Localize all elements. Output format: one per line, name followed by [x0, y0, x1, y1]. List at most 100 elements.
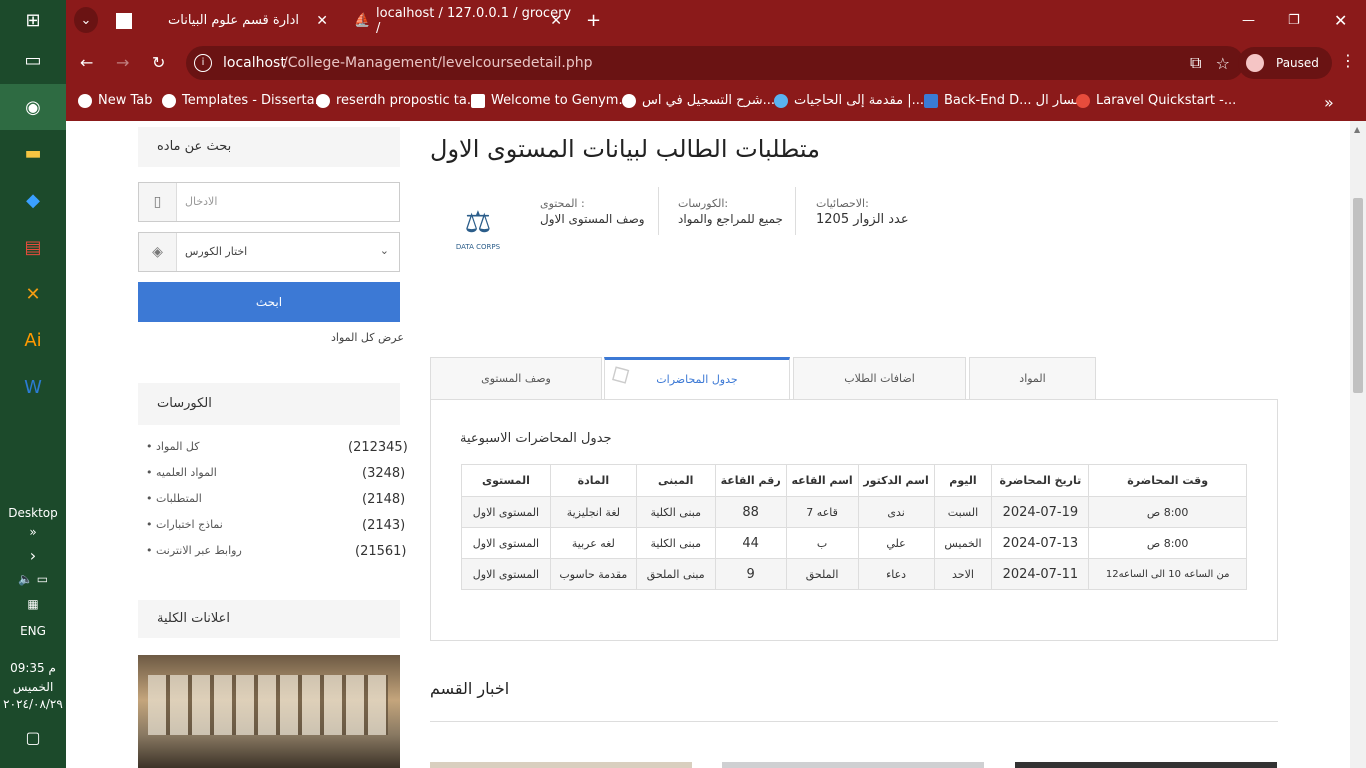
bookmark-item[interactable]: مقدمة إلى الحاجيات |... [774, 93, 924, 108]
close-tab-icon[interactable]: ✕ [316, 13, 328, 29]
bookmark-item[interactable]: Templates - Disserta... [162, 93, 327, 108]
table-row: 8:00 ص 2024-07-13 الخميس علي ب 44 مبنى الكلية ل… [461, 527, 1247, 559]
close-tab-icon[interactable]: ✕ [550, 13, 562, 29]
tab-level-description[interactable]: وصف المستوى [430, 357, 602, 399]
minimize-icon[interactable]: — [1242, 0, 1262, 41]
volume-battery-icon[interactable]: 🔈 ▭ [0, 572, 66, 586]
vscode-icon[interactable]: ◆ [18, 185, 48, 215]
header-cell: اليوم [933, 464, 993, 497]
browser-chrome: ⌄ ادارة قسم علوم البيانات ✕ ⛵ localhost … [66, 0, 1366, 121]
cell: من الساعه 10 الى الساعه12 [1088, 558, 1247, 590]
course-item[interactable]: (2143) • نماذج اختبارات [138, 518, 405, 538]
tab-title: ادارة قسم علوم البيانات [168, 13, 299, 28]
header-cell: وقت المحاضرة [1088, 464, 1247, 497]
tab-strip: ⌄ ادارة قسم علوم البيانات ✕ ⛵ localhost … [66, 0, 1366, 41]
page-scrollbar[interactable]: ▲ [1350, 121, 1366, 768]
tab-college[interactable]: ادارة قسم علوم البيانات ✕ [110, 0, 338, 41]
cell: 8:00 ص [1088, 527, 1247, 559]
word-icon[interactable]: W [18, 372, 48, 402]
header-cell: المبنى [635, 464, 716, 497]
cell: قاعه 7 [785, 496, 859, 528]
tab-search-button[interactable]: ⌄ [74, 7, 98, 33]
course-item[interactable]: (3248) • المواد العلميه [138, 466, 405, 486]
stat-content: المحتوى : وصف المستوى الاول [540, 197, 645, 226]
bookmark-item[interactable]: New Tab [78, 93, 153, 108]
clock-day[interactable]: الخميس [0, 680, 66, 694]
bookmark-item[interactable]: شرح التسجيل في اس... [622, 93, 775, 108]
language-indicator[interactable]: ENG [0, 624, 66, 638]
tab-student-additions[interactable]: اضافات الطلاب [793, 357, 966, 399]
input-placeholder: الادخال [185, 195, 218, 208]
more-bookmarks-icon[interactable]: » [1324, 93, 1334, 112]
bookmark-item[interactable]: Back-End D... مسار ال [924, 93, 1082, 108]
close-window-icon[interactable]: ✕ [1334, 0, 1354, 41]
cell: مقدمة حاسوب [549, 558, 637, 590]
xampp-icon[interactable]: ✕ [18, 279, 48, 309]
cell: مبنى الكلية [635, 527, 716, 559]
chevron-down-icon[interactable]: » [0, 525, 66, 539]
course-select[interactable]: ◈ اختار الكورس ⌄ [138, 232, 400, 272]
course-item[interactable]: (2148) • المتطلبات [138, 492, 405, 512]
forward-icon[interactable]: → [116, 53, 129, 72]
scroll-up-icon[interactable]: ▲ [1354, 125, 1360, 134]
divider [658, 187, 659, 235]
chevron-right-icon[interactable]: › [0, 546, 66, 565]
show-all-link[interactable]: عرض كل المواد [331, 331, 404, 344]
back-icon[interactable]: ← [80, 53, 93, 72]
cell: 44 [714, 527, 787, 559]
extensions-icon[interactable]: ⧉ [1190, 53, 1201, 73]
file-explorer-icon[interactable]: ▬ [18, 138, 48, 168]
bookmark-star-icon[interactable]: ☆ [1216, 54, 1230, 73]
course-item[interactable]: (21561) • روابط عبر الانترنت [138, 544, 407, 564]
table-row: من الساعه 10 الى الساعه12 2024-07-11 الاحد… [461, 558, 1247, 590]
address-bar[interactable]: i localhost /College-Management/levelcou… [186, 46, 1244, 80]
schedule-title: جدول المحاضرات الاسبوعية [460, 431, 612, 446]
phone-icon: ▯ [139, 183, 177, 221]
menu-icon[interactable]: ⋮ [1340, 51, 1356, 70]
announcement-image[interactable] [138, 655, 400, 768]
cell: ندى [857, 496, 935, 528]
image-windows [148, 675, 388, 735]
page-content: بحث عن ماده ▯ الادخال ◈ اختار الكورس ⌄ ا… [66, 121, 1350, 768]
cell: السبت [933, 496, 993, 528]
header-cell: رقم القاعة [714, 464, 787, 497]
reload-icon[interactable]: ↻ [152, 53, 165, 72]
announcements-heading: اعلانات الكلية [138, 600, 400, 638]
news-image[interactable] [1015, 762, 1277, 768]
tab-materials[interactable]: المواد [969, 357, 1096, 399]
chrome-icon[interactable]: ◉ [18, 92, 48, 122]
new-tab-button[interactable]: + [586, 0, 606, 41]
schedule-table: وقت المحاضرة تاريخ المحاضرة اليوم اسم ال… [461, 464, 1247, 590]
notification-icon[interactable]: ▢ [0, 728, 66, 747]
clock-date[interactable]: ٢٠٢٤/٠٨/٢٩ [0, 697, 66, 711]
search-input[interactable]: ▯ الادخال [138, 182, 400, 222]
site-info-icon[interactable]: i [194, 54, 212, 72]
bookmark-item[interactable]: Welcome to Genym... [471, 93, 631, 108]
bookmark-item[interactable]: Laravel Quickstart -... [1076, 93, 1236, 108]
clock-time[interactable]: 09:35 م [0, 661, 66, 675]
restore-icon[interactable]: ❐ [1288, 0, 1308, 41]
network-icon[interactable]: ▦ [0, 597, 66, 611]
avatar [1246, 54, 1264, 72]
windows-start-icon[interactable]: ⊞ [18, 5, 48, 35]
search-button[interactable]: ابحث [138, 282, 400, 322]
scroll-thumb[interactable] [1353, 198, 1363, 393]
illustrator-icon[interactable]: Ai [18, 325, 48, 355]
tab-phpmyadmin[interactable]: ⛵ localhost / 127.0.0.1 / grocery / ✕ [346, 0, 572, 41]
news-heading: اخبار القسم [430, 679, 510, 698]
cell: 2024-07-11 [991, 558, 1090, 590]
tab-title: localhost / 127.0.0.1 / grocery / [376, 5, 572, 36]
news-image[interactable] [722, 762, 984, 768]
bookmark-item[interactable]: reserdh propostic ta... [316, 93, 479, 108]
app-icon[interactable]: ▤ [18, 232, 48, 262]
cell: الخميس [933, 527, 993, 559]
desktop-label[interactable]: Desktop [0, 506, 66, 520]
header-cell: المستوى [461, 464, 551, 497]
cell: مبنى الكلية [635, 496, 716, 528]
windows-taskbar: ⊞ ▭ ◉ ▬ ◆ ▤ ✕ Ai W Desktop » › 🔈 ▭ ▦ ENG… [0, 0, 66, 768]
stat-courses: الكورسات: جميع للمراجع والمواد [678, 197, 783, 226]
task-view-icon[interactable]: ▭ [18, 45, 48, 75]
course-item[interactable]: (212345) • كل المواد [138, 440, 408, 460]
profile-button[interactable]: Paused [1238, 47, 1332, 79]
news-image[interactable] [430, 762, 692, 768]
